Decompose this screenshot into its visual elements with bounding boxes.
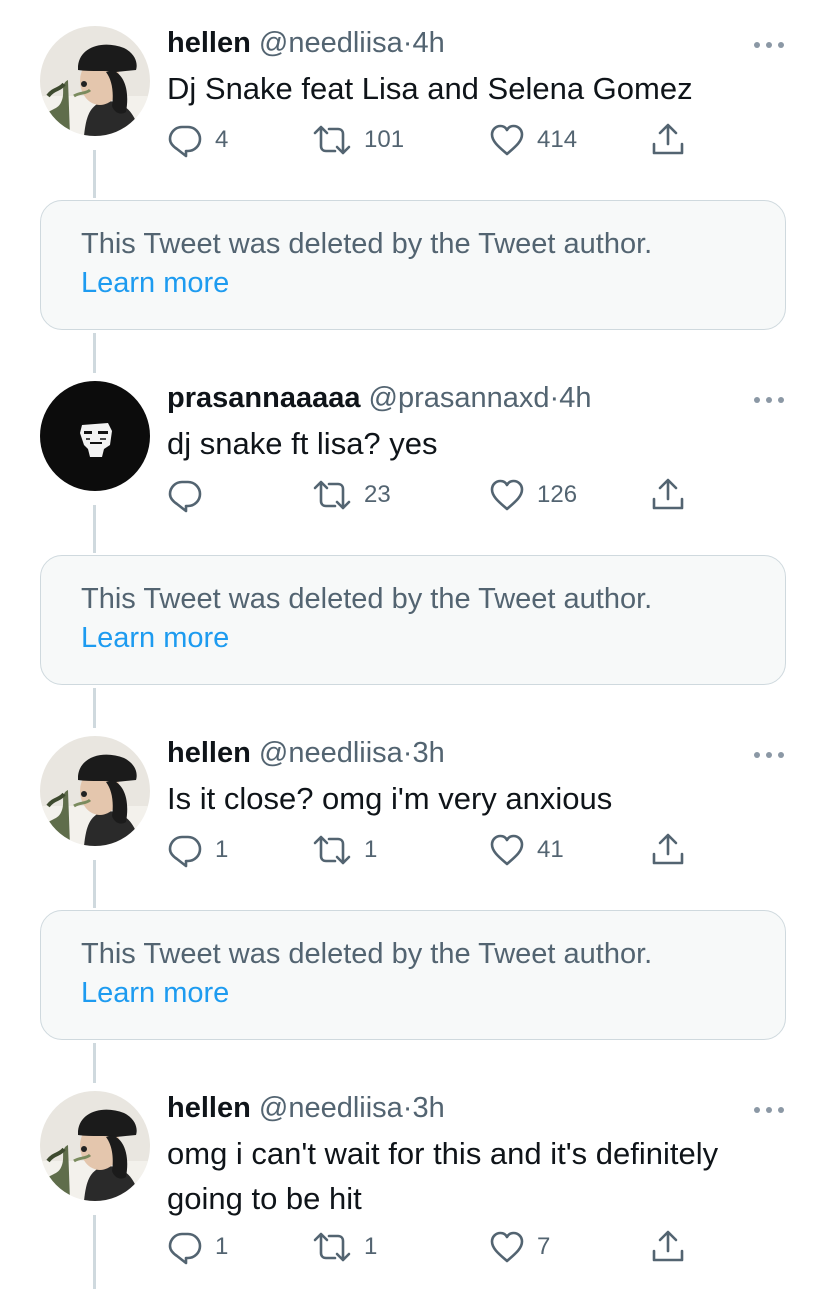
deleted-tweet-notice: This Tweet was deleted by the Tweet auth… (40, 200, 786, 330)
avatar[interactable] (40, 26, 150, 136)
avatar[interactable] (40, 1091, 150, 1201)
tweet-actions: 4 101 414 (167, 122, 707, 158)
more-icon[interactable] (752, 1105, 786, 1115)
retweet-count: 1 (364, 1233, 378, 1260)
retweet-count: 101 (364, 126, 405, 153)
heart-icon (489, 832, 525, 868)
timestamp[interactable]: 4h (559, 382, 591, 414)
tweet-text: Dj Snake feat Lisa and Selena Gomez (167, 71, 693, 106)
like-count: 414 (537, 126, 578, 153)
share-button[interactable] (650, 832, 686, 868)
learn-more-link[interactable]: Learn more (81, 619, 785, 658)
retweet-button[interactable]: 23 (312, 477, 391, 513)
avatar[interactable] (40, 736, 150, 846)
share-button[interactable] (650, 477, 686, 513)
reply-button[interactable] (167, 477, 215, 513)
tweet-header: prasannaaaaa @prasannaxd·4h (167, 381, 591, 415)
share-icon (650, 122, 686, 158)
heart-icon (489, 477, 525, 513)
display-name[interactable]: hellen (167, 27, 251, 59)
reply-button[interactable]: 4 (167, 122, 228, 158)
learn-more-link[interactable]: Learn more (81, 974, 785, 1013)
tweet-text: Is it close? omg i'm very anxious (167, 781, 613, 816)
more-icon[interactable] (752, 395, 786, 405)
retweet-count: 1 (364, 836, 378, 863)
learn-more-link[interactable]: Learn more (81, 264, 785, 303)
heart-icon (489, 1229, 525, 1265)
like-button[interactable]: 7 (489, 1229, 550, 1265)
reply-count: 4 (215, 126, 229, 153)
deleted-tweet-notice: This Tweet was deleted by the Tweet auth… (40, 555, 786, 685)
tweet[interactable]: prasannaaaaa @prasannaxd·4h dj snake ft … (0, 381, 814, 521)
retweet-icon (312, 477, 352, 513)
more-icon[interactable] (752, 750, 786, 760)
tweet-actions: 23 126 (167, 477, 707, 513)
reply-count: 1 (215, 1233, 229, 1260)
retweet-button[interactable]: 101 (312, 122, 404, 158)
timestamp[interactable]: 4h (412, 27, 444, 59)
share-button[interactable] (650, 122, 686, 158)
thread-line (93, 688, 96, 728)
like-count: 41 (537, 836, 564, 863)
timestamp[interactable]: 3h (412, 737, 444, 769)
user-handle[interactable]: @needliisa (259, 1092, 403, 1124)
tweet[interactable]: hellen @needliisa·3h Is it close? omg i'… (0, 736, 814, 876)
tweet[interactable]: hellen @needliisa·3h omg i can't wait fo… (0, 1091, 814, 1271)
heart-icon (489, 122, 525, 158)
display-name[interactable]: hellen (167, 737, 251, 769)
deleted-tweet-notice: This Tweet was deleted by the Tweet auth… (40, 910, 786, 1040)
like-count: 126 (537, 481, 578, 508)
timestamp[interactable]: 3h (412, 1092, 444, 1124)
thread-line (93, 1043, 96, 1083)
retweet-button[interactable]: 1 (312, 1229, 377, 1265)
user-handle[interactable]: @needliisa (259, 27, 403, 59)
deleted-tweet-text: This Tweet was deleted by the Tweet auth… (81, 583, 653, 615)
like-button[interactable]: 41 (489, 832, 564, 868)
deleted-tweet-text: This Tweet was deleted by the Tweet auth… (81, 938, 653, 970)
retweet-button[interactable]: 1 (312, 832, 377, 868)
share-button[interactable] (650, 1229, 686, 1265)
more-icon[interactable] (752, 40, 786, 50)
share-icon (650, 832, 686, 868)
tweet-text: omg i can't wait for this and it's defin… (167, 1136, 719, 1216)
thread-line (93, 333, 96, 373)
reply-icon (167, 122, 203, 158)
tweet-header: hellen @needliisa·3h (167, 736, 445, 770)
display-name[interactable]: prasannaaaaa (167, 382, 360, 414)
like-button[interactable]: 414 (489, 122, 577, 158)
tweet-header: hellen @needliisa·4h (167, 26, 445, 60)
retweet-icon (312, 832, 352, 868)
retweet-icon (312, 122, 352, 158)
separator: · (549, 382, 560, 414)
reply-icon (167, 832, 203, 868)
tweet-text: dj snake ft lisa? yes (167, 426, 438, 461)
reply-button[interactable]: 1 (167, 832, 228, 868)
share-icon (650, 477, 686, 513)
reply-icon (167, 477, 203, 513)
reply-icon (167, 1229, 203, 1265)
user-handle[interactable]: @prasannaxd (369, 382, 550, 414)
share-icon (650, 1229, 686, 1265)
reply-count: 1 (215, 836, 229, 863)
tweet-actions: 1 1 7 (167, 1229, 707, 1265)
like-count: 7 (537, 1233, 551, 1260)
avatar[interactable] (40, 381, 150, 491)
tweet[interactable]: hellen @needliisa·4h Dj Snake feat Lisa … (0, 26, 814, 166)
retweet-icon (312, 1229, 352, 1265)
tweet-header: hellen @needliisa·3h (167, 1091, 445, 1125)
like-button[interactable]: 126 (489, 477, 577, 513)
retweet-count: 23 (364, 481, 391, 508)
user-handle[interactable]: @needliisa (259, 737, 403, 769)
reply-button[interactable]: 1 (167, 1229, 228, 1265)
tweet-actions: 1 1 41 (167, 832, 707, 868)
deleted-tweet-text: This Tweet was deleted by the Tweet auth… (81, 228, 653, 260)
display-name[interactable]: hellen (167, 1092, 251, 1124)
